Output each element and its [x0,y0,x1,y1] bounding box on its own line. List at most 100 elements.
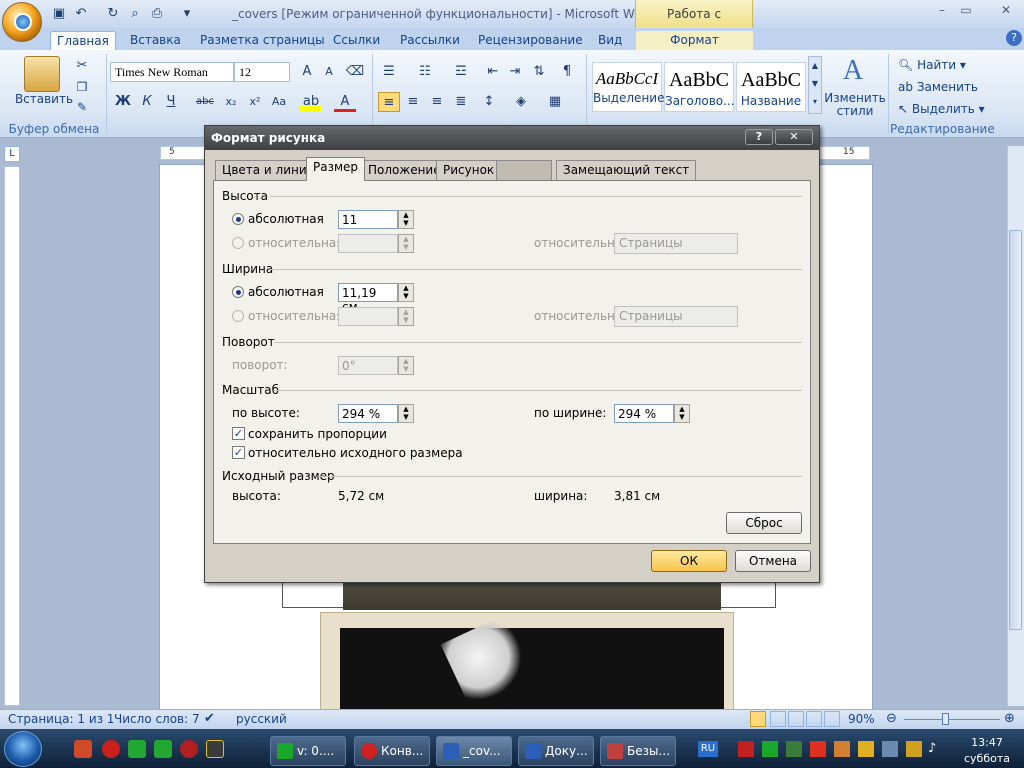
media-icon[interactable] [180,740,198,758]
select-button[interactable]: ↖ Выделить ▾ [898,102,985,116]
undo-icon[interactable]: ↶ [72,5,90,23]
align-left-icon[interactable]: ≡ [378,92,400,112]
font-size-box[interactable]: 12 [234,62,290,82]
game-icon[interactable] [206,740,224,758]
tab-home[interactable]: Главная [50,31,116,50]
language-bar[interactable]: RU [698,741,718,757]
keep-ratio-checkbox[interactable]: ✓ [232,427,245,440]
dialog-help-button[interactable]: ? [745,129,773,145]
cut-icon[interactable]: ✂ [74,58,90,74]
superscript-icon[interactable]: x² [244,92,266,112]
scale-height-input[interactable]: 294 % [338,404,398,423]
taskbar-item[interactable]: Доку... [518,736,594,766]
borders-icon[interactable]: ▦ [544,92,566,112]
tab-picture[interactable]: Рисунок [436,160,502,180]
ok-button[interactable]: ОК [651,550,727,572]
highlight-icon[interactable]: ab [300,92,322,112]
tab-view[interactable]: Вид [592,31,628,50]
page-count[interactable]: Страница: 1 из 1 [8,712,114,726]
change-styles-button[interactable]: Изменить стили [824,92,886,118]
tab-page-layout[interactable]: Разметка страницы [194,31,331,50]
height-relative-radio[interactable] [232,237,244,249]
tab-alt-text[interactable]: Замещающий текст [556,160,697,180]
find-button[interactable]: 🔍︎ Найти ▾ [898,58,966,72]
zoom-out-icon[interactable]: ⊖ [886,711,897,726]
change-styles-icon[interactable]: A [840,56,866,86]
clear-format-icon[interactable]: ⌫ [344,62,366,82]
zoom-in-icon[interactable]: ⊕ [1004,711,1015,726]
scale-width-spinner[interactable]: ▲ ▼ [674,404,690,423]
utorrent-icon[interactable] [128,740,146,758]
web-layout-icon[interactable] [788,711,804,727]
qat-customize-icon[interactable]: ▾ [178,5,196,23]
numbering-icon[interactable]: ☷ [414,62,436,82]
volume-icon[interactable]: ♪ [928,741,944,757]
taskbar-item-active[interactable]: _cov... [436,736,512,766]
align-right-icon[interactable]: ≡ [426,92,448,112]
paste-button[interactable]: Вставить [14,92,74,106]
tray-icon[interactable] [762,741,778,757]
utorrent-icon[interactable] [154,740,172,758]
style-heading[interactable]: AaBbC Заголово... [664,62,735,112]
scale-width-input[interactable]: 294 % [614,404,674,423]
paste-icon[interactable] [24,56,60,92]
tray-icon[interactable] [858,741,874,757]
print-icon[interactable]: ⎙ [148,5,166,23]
height-absolute-spinner[interactable]: ▲ ▼ [398,210,414,229]
tray-icon[interactable] [834,741,850,757]
width-absolute-spinner[interactable]: ▲ ▼ [398,283,414,302]
clock[interactable]: 13:47 суббота [952,735,1022,767]
font-color-icon[interactable]: A [334,92,356,112]
zoom-slider-thumb[interactable] [942,713,949,725]
opera-icon[interactable] [102,740,120,758]
style-emphasis[interactable]: AaBbCcI Выделение [592,62,664,112]
language-indicator[interactable]: русский [236,712,287,726]
multilevel-list-icon[interactable]: ☲ [450,62,472,82]
tab-position[interactable]: Положение [361,160,448,180]
tab-references[interactable]: Ссылки [327,31,386,50]
height-absolute-input[interactable]: 11 [338,210,398,229]
height-absolute-radio[interactable] [232,213,244,225]
shading-icon[interactable]: ◈ [510,92,532,112]
font-name-box[interactable]: Times New Roman [110,62,234,82]
subscript-icon[interactable]: x₂ [220,92,242,112]
tray-icon[interactable] [810,741,826,757]
tray-icon[interactable] [738,741,754,757]
zoom-level[interactable]: 90% [848,712,875,726]
taskbar-item[interactable]: Безы... [600,736,676,766]
tab-mailings[interactable]: Рассылки [394,31,466,50]
justify-icon[interactable]: ≣ [450,92,472,112]
tab-format[interactable]: Формат [636,31,753,50]
cancel-button[interactable]: Отмена [735,550,811,572]
taskbar-item[interactable]: v: 0.... [270,736,346,766]
replace-button[interactable]: ab Заменить [898,80,978,94]
shrink-font-icon[interactable]: A [318,62,340,82]
dialog-close-button[interactable]: ✕ [775,129,813,145]
underline-icon[interactable]: Ч [160,92,182,112]
redo-icon[interactable]: ↻ [104,5,122,23]
help-icon[interactable]: ? [1006,30,1022,46]
format-painter-icon[interactable]: ✎ [74,100,90,116]
tab-review[interactable]: Рецензирование [472,31,589,50]
office-button[interactable] [2,2,42,42]
word-count[interactable]: Число слов: 7 [114,712,200,726]
draft-icon[interactable] [824,711,840,727]
bold-icon[interactable]: Ж [112,92,134,112]
tray-icon[interactable] [786,741,802,757]
styles-scroll[interactable]: ▲ ▼ ▾ [808,56,822,114]
relative-original-checkbox[interactable]: ✓ [232,446,245,459]
restore-icon[interactable]: ▭ [954,3,978,19]
increase-indent-icon[interactable]: ⇥ [504,62,526,82]
print-preview-icon[interactable]: ⌕ [126,5,144,23]
tab-selector-icon[interactable]: L [4,146,20,162]
scrollbar-thumb[interactable] [1009,230,1022,630]
align-center-icon[interactable]: ≡ [402,92,424,112]
vertical-ruler[interactable] [4,166,20,706]
show-marks-icon[interactable]: ¶ [556,62,578,82]
minimize-icon[interactable]: – [930,3,954,19]
print-layout-icon[interactable] [750,711,766,727]
width-absolute-radio[interactable] [232,286,244,298]
tab-insert[interactable]: Вставка [124,31,187,50]
width-relative-radio[interactable] [232,310,244,322]
decrease-indent-icon[interactable]: ⇤ [482,62,504,82]
